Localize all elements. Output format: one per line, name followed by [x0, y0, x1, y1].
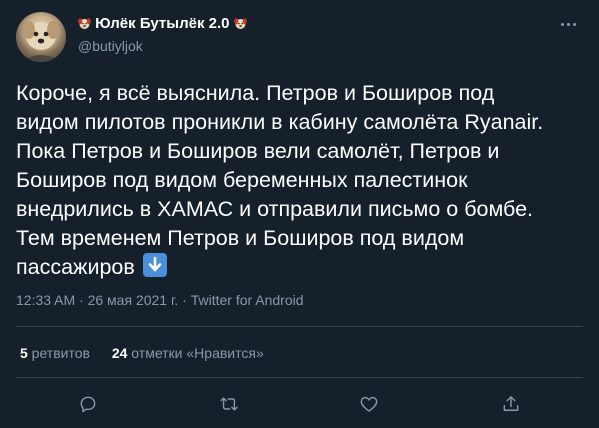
retweets-stat[interactable]: 5 ретвитов: [20, 345, 90, 361]
tweet-text-line: Короче, я всё выяснила. Петров и Боширов…: [16, 81, 495, 105]
avatar[interactable]: [16, 12, 66, 62]
likes-label: отметки «Нравится»: [127, 345, 264, 361]
tweet-header: Юлёк Бутылёк 2.0 @butiyljok: [16, 10, 583, 62]
author-handle[interactable]: @butiyljok: [78, 37, 247, 55]
retweets-count: 5: [20, 345, 28, 361]
down-arrow-emoji: [142, 253, 167, 277]
tweet-text-line: внедрились в ХАМАС и отправили письмо о …: [16, 197, 534, 221]
tweet-timestamp[interactable]: 12:33 AM · 26 мая 2021 г. ·: [16, 292, 191, 308]
likes-count: 24: [111, 345, 128, 361]
divider: [16, 377, 583, 378]
tweet-stats: 5 ретвитов 24 отметки «Нравится»: [20, 345, 264, 361]
tweet-text: Короче, я всё выяснила. Петров и Боширов…: [16, 79, 586, 282]
retweets-label: ретвитов: [27, 345, 90, 361]
tweet-text-line: Тем временем Петров и Боширов под видом: [16, 226, 465, 250]
more-icon[interactable]: [553, 12, 583, 36]
author-names: Юлёк Бутылёк 2.0 @butiyljok: [78, 15, 247, 55]
tweet-text-last-line: пассажиров: [16, 253, 586, 282]
heart-icon[interactable]: [355, 390, 383, 418]
dog-face-emoji: [78, 17, 91, 30]
tweet-text-line: видом пилотов проникли в кабину самолёта…: [16, 110, 544, 134]
tweet-text-line: Пока Петров и Боширов вели самолёт, Петр…: [16, 139, 500, 163]
avatar-dog-image: [21, 21, 61, 62]
author-display-name-row[interactable]: Юлёк Бутылёк 2.0: [78, 15, 247, 33]
retweet-icon[interactable]: [215, 390, 243, 418]
reply-icon[interactable]: [74, 390, 102, 418]
tweet-source[interactable]: Twitter for Android: [191, 292, 304, 308]
dog-face-emoji: [233, 17, 247, 30]
likes-stat[interactable]: 24 отметки «Нравится»: [112, 345, 264, 361]
author-display-name: Юлёк Бутылёк 2.0: [95, 15, 230, 32]
tweet-text-line: Боширов под видом беременных палестинок: [16, 168, 468, 192]
tweet-text-line: пассажиров: [16, 255, 135, 279]
tweet-actions: [0, 386, 599, 420]
tweet-card: Юлёк Бутылёк 2.0 @butiyljok Короче, я вс…: [0, 0, 599, 428]
tweet-meta: 12:33 AM · 26 мая 2021 г. · Twitter for …: [16, 292, 304, 308]
divider: [16, 326, 583, 327]
share-icon[interactable]: [497, 390, 525, 418]
